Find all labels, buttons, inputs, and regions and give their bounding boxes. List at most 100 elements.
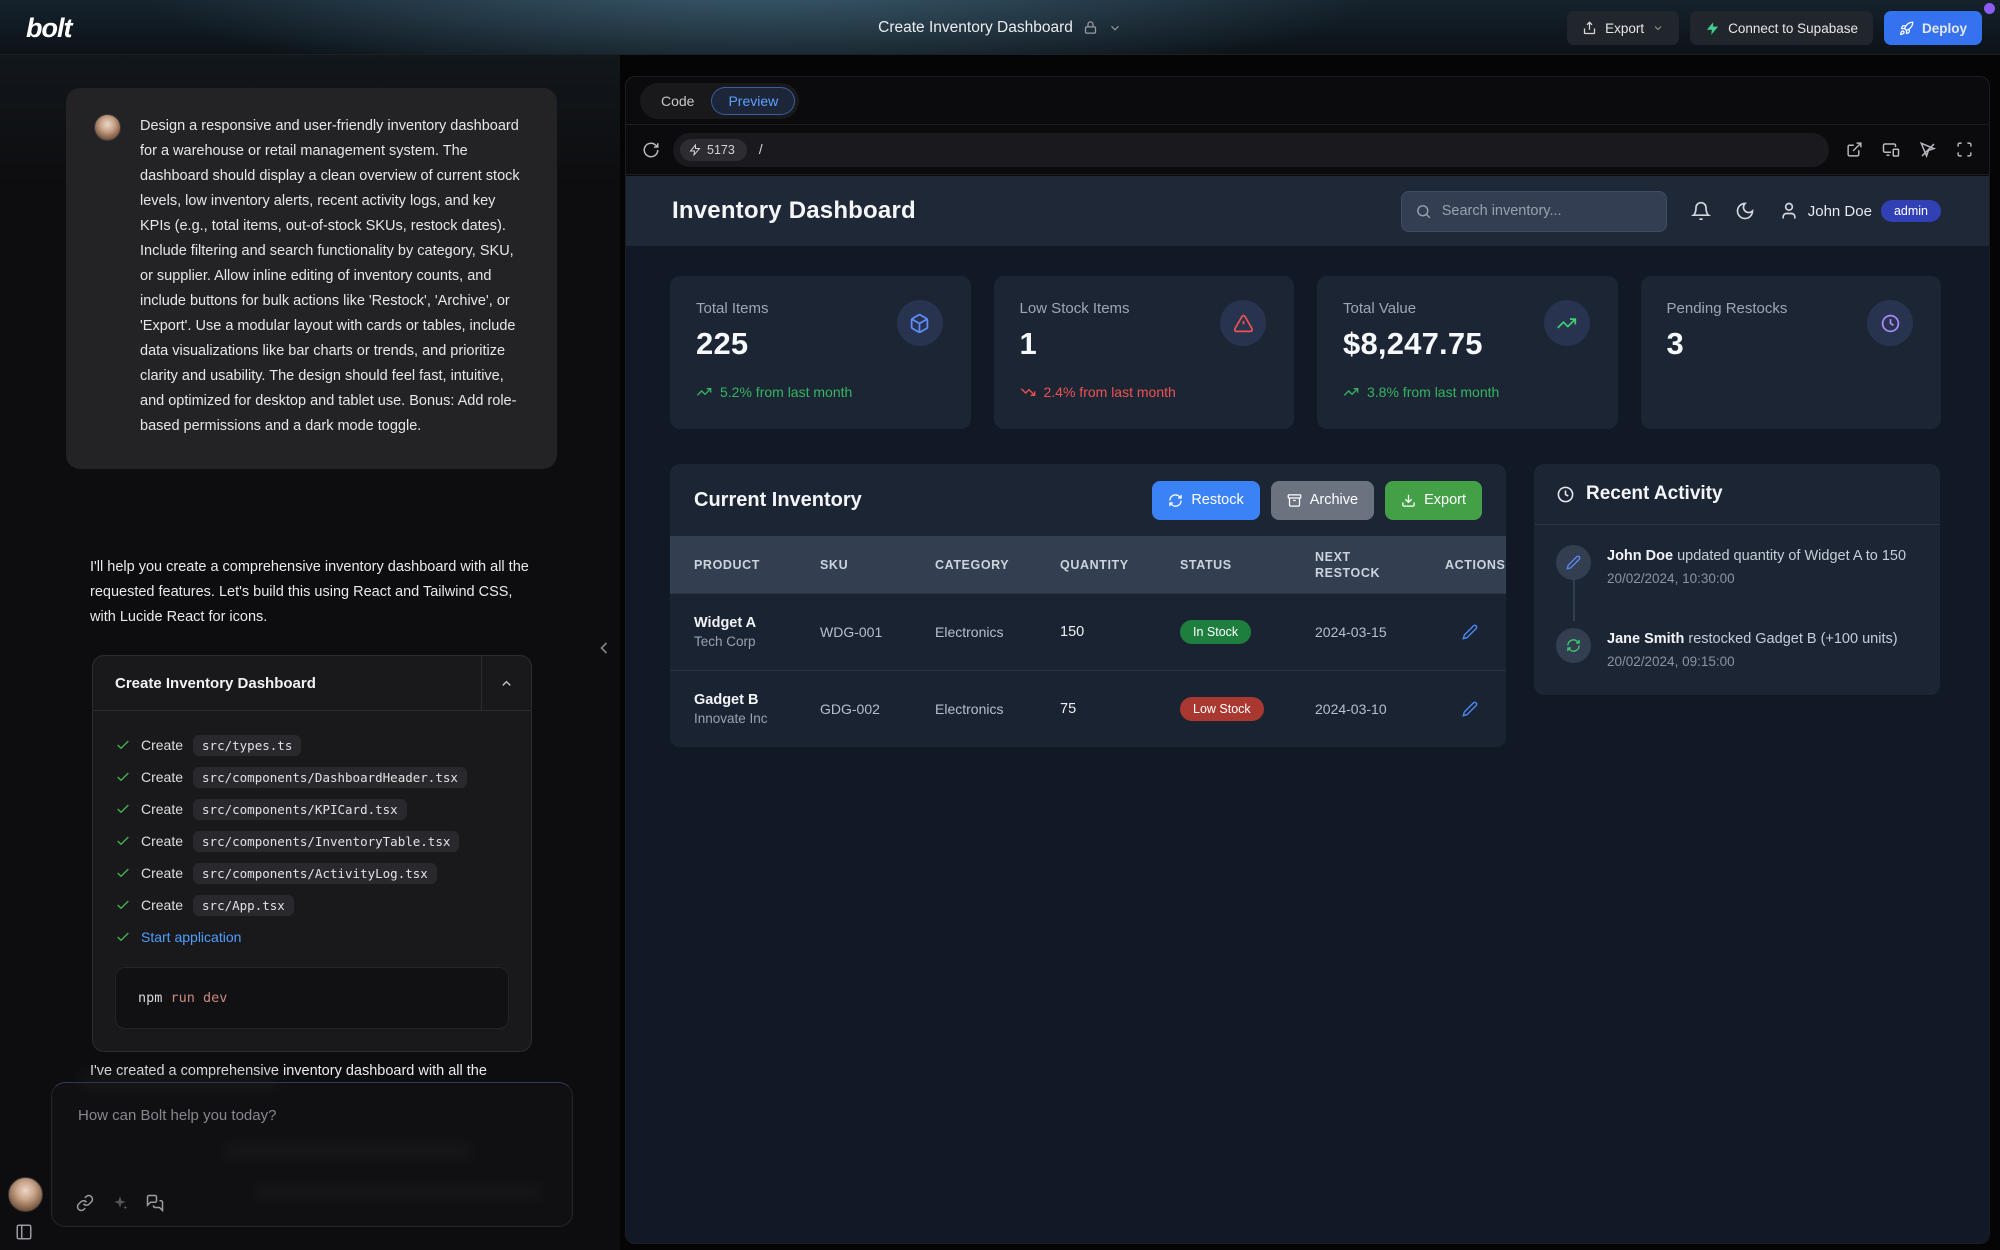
activity-text: restocked Gadget B (+100 units) [1688,631,1897,647]
product-cell: Widget A Tech Corp [694,615,820,649]
command-args: run dev [171,990,228,1006]
column-header-next-restock: NEXT RESTOCK [1315,549,1393,581]
tab-code[interactable]: Code [644,87,711,115]
kpi-card-pending-restocks: Pending Restocks 3 [1641,276,1942,429]
url-field[interactable]: 5173 / [673,133,1829,167]
lock-icon [1083,20,1098,35]
bell-icon[interactable] [1691,201,1711,221]
step-action: Create [141,801,183,817]
step-action: Create [141,833,183,849]
quantity-cell[interactable]: 150 [1060,624,1180,640]
check-icon [115,833,131,849]
sparkles-icon[interactable] [111,1194,129,1212]
column-header-category: CATEGORY [935,558,1060,572]
project-title: Create Inventory Dashboard [878,19,1073,37]
dashboard-header-right: John Doe admin [1401,191,1941,232]
sidebar-toggle-icon[interactable] [15,1223,33,1241]
chat-bubbles-icon[interactable] [146,1194,164,1212]
archive-icon [1287,493,1302,508]
editor-tab-bar: Code Preview [626,77,1989,125]
step-file-chip[interactable]: src/App.tsx [193,895,294,916]
column-header-status: STATUS [1180,558,1315,572]
activity-time: 20/02/2024, 10:30:00 [1607,571,1906,586]
responsive-devices-icon[interactable] [1882,141,1900,159]
dashboard-title: Inventory Dashboard [672,197,1401,225]
table-row[interactable]: Gadget B Innovate Inc GDG-002 Electronic… [670,670,1506,747]
user-profile-avatar[interactable] [8,1177,43,1212]
next-restock-cell: 2024-03-15 [1315,624,1445,640]
artifact-header[interactable]: Create Inventory Dashboard [93,656,531,711]
activity-item: Jane Smith restocked Gadget B (+100 unit… [1556,628,1918,669]
sku-cell: GDG-002 [820,701,935,717]
check-icon [115,737,131,753]
edit-pencil-icon[interactable] [1462,624,1478,640]
port-number: 5173 [707,143,735,157]
bolt-app-window: bolt Create Inventory Dashboard Export [0,0,2000,1250]
reload-icon[interactable] [642,141,660,159]
export-csv-label: Export [1424,492,1466,508]
restock-button[interactable]: Restock [1152,481,1259,520]
export-button[interactable]: Export [1567,11,1679,45]
dashboard-content: Total Items 225 5.2% from last month Low… [626,246,1989,747]
table-row[interactable]: Widget A Tech Corp WDG-001 Electronics 1… [670,593,1506,670]
quantity-cell[interactable]: 75 [1060,701,1180,717]
next-restock-cell: 2024-03-10 [1315,701,1445,717]
trending-up-icon [1544,300,1590,346]
start-application-link[interactable]: Start application [141,929,241,945]
inspector-cursor-off-icon[interactable] [1919,141,1937,159]
step-file-chip[interactable]: src/types.ts [193,735,301,756]
refresh-icon [1556,628,1591,663]
chat-panel: Design a responsive and user-friendly in… [0,55,620,1250]
artifact-step: Create src/types.ts [115,729,509,761]
user-icon [1779,201,1799,221]
edit-pencil-icon[interactable] [1462,701,1478,717]
deploy-button[interactable]: Deploy [1884,11,1982,45]
chat-input-card[interactable] [51,1082,573,1227]
column-header-product: PRODUCT [694,558,820,572]
top-bar-actions: Export Connect to Supabase Deploy [1567,11,1982,45]
chevron-down-icon[interactable] [1108,21,1122,35]
export-csv-button[interactable]: Export [1385,481,1482,520]
dashboard-header: Inventory Dashboard [626,176,1989,246]
trending-down-icon [1020,384,1036,400]
dark-mode-moon-icon[interactable] [1735,201,1755,221]
column-header-actions: ACTIONS [1445,558,1505,572]
user-menu[interactable]: John Doe admin [1779,200,1941,222]
kpi-trend-text: 5.2% from last month [720,384,852,400]
inventory-search-input[interactable] [1442,203,1642,219]
kpi-trend-text: 3.8% from last month [1367,384,1499,400]
collapse-chat-chevron[interactable] [594,638,614,658]
plug-icon [689,144,701,156]
step-file-chip[interactable]: src/components/KPICard.tsx [193,799,407,820]
port-badge[interactable]: 5173 [680,139,747,161]
inventory-title: Current Inventory [694,489,1152,512]
artifact-step: Create src/components/DashboardHeader.ts… [115,761,509,793]
inventory-search-box[interactable] [1401,191,1667,232]
collapse-artifact-button[interactable] [481,656,531,710]
link-icon[interactable] [76,1194,94,1212]
fullscreen-icon[interactable] [1956,141,1973,158]
product-cell: Gadget B Innovate Inc [694,692,820,726]
kpi-card-low-stock: Low Stock Items 1 2.4% from last month [994,276,1295,429]
step-file-chip[interactable]: src/components/InventoryTable.tsx [193,831,459,852]
assistant-intro-text: I'll help you create a comprehensive inv… [90,555,540,630]
step-file-chip[interactable]: src/components/DashboardHeader.tsx [193,767,467,788]
chat-input-field[interactable] [78,1107,546,1124]
kpi-card-total-items: Total Items 225 5.2% from last month [670,276,971,429]
external-link-icon[interactable] [1846,141,1863,158]
chevron-up-icon [499,676,514,691]
chat-input-toolbar [76,1194,164,1212]
step-file-chip[interactable]: src/components/ActivityLog.tsx [193,863,437,884]
category-cell: Electronics [935,624,1060,640]
artifact-steps: Create src/types.ts Create src/component… [93,711,531,1051]
step-action: Create [141,865,183,881]
archive-button[interactable]: Archive [1271,481,1374,520]
refresh-icon [1168,493,1183,508]
activity-item: John Doe updated quantity of Widget A to… [1556,545,1918,586]
kpi-trend: 3.8% from last month [1343,384,1592,400]
connect-supabase-button[interactable]: Connect to Supabase [1690,11,1873,45]
tab-preview[interactable]: Preview [711,87,795,115]
export-label: Export [1605,21,1644,36]
clock-icon [1556,485,1575,504]
kpi-row: Total Items 225 5.2% from last month Low… [670,276,1941,429]
